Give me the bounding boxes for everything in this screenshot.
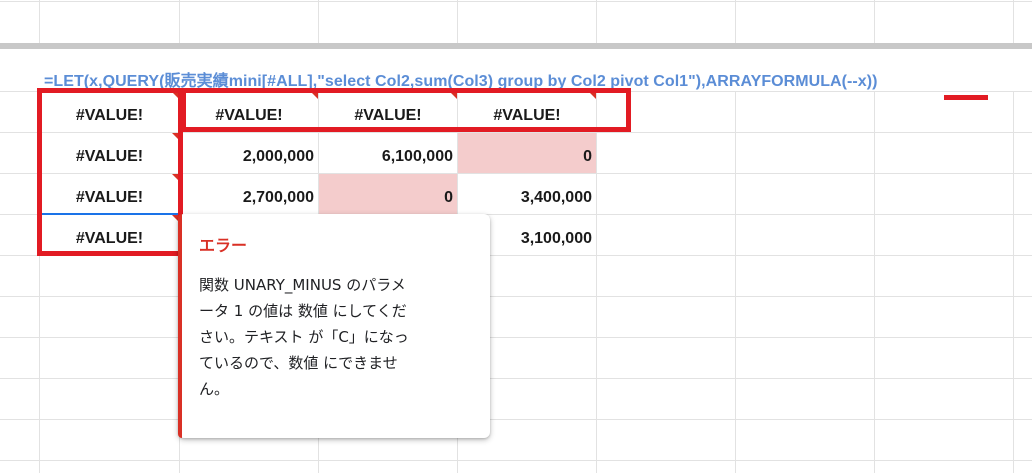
cell-c3[interactable]: 0 [319, 174, 457, 214]
cell-b2[interactable]: 2,000,000 [180, 137, 318, 177]
row-divider [0, 378, 1032, 379]
cell-c2[interactable]: 6,100,000 [319, 137, 457, 177]
tooltip-message-line: ん。 [199, 380, 230, 398]
tooltip-message-line: 関数 UNARY_MINUS のパラメ [199, 276, 406, 294]
cell-d3[interactable]: 3,400,000 [458, 178, 596, 218]
row-divider [0, 296, 1032, 297]
row-divider [0, 1, 1032, 2]
cell-d2[interactable]: 0 [458, 133, 596, 173]
tooltip-message-line: ているので、数値 にできませ [199, 354, 398, 372]
tooltip-message-line: さい。テキスト が「C」になっ [199, 328, 409, 346]
annotation-underline-unary-minus [944, 95, 988, 100]
cell-b3[interactable]: 2,700,000 [180, 178, 318, 218]
tooltip-title: エラー [199, 236, 248, 255]
tooltip-message: 関数 UNARY_MINUS のパラメ ータ 1 の値は 数値 にしてくだ さい… [199, 272, 469, 402]
error-tooltip: エラー 関数 UNARY_MINUS のパラメ ータ 1 の値は 数値 にしてく… [178, 214, 490, 438]
row-divider [0, 337, 1032, 338]
row-divider [0, 419, 1032, 420]
tooltip-accent-bar [178, 214, 182, 438]
annotation-box-row-labels [37, 88, 183, 256]
tooltip-message-line: ータ 1 の値は 数値 にしてくだ [199, 302, 407, 320]
row-divider [0, 460, 1032, 461]
annotation-box-column-headers [181, 88, 631, 132]
